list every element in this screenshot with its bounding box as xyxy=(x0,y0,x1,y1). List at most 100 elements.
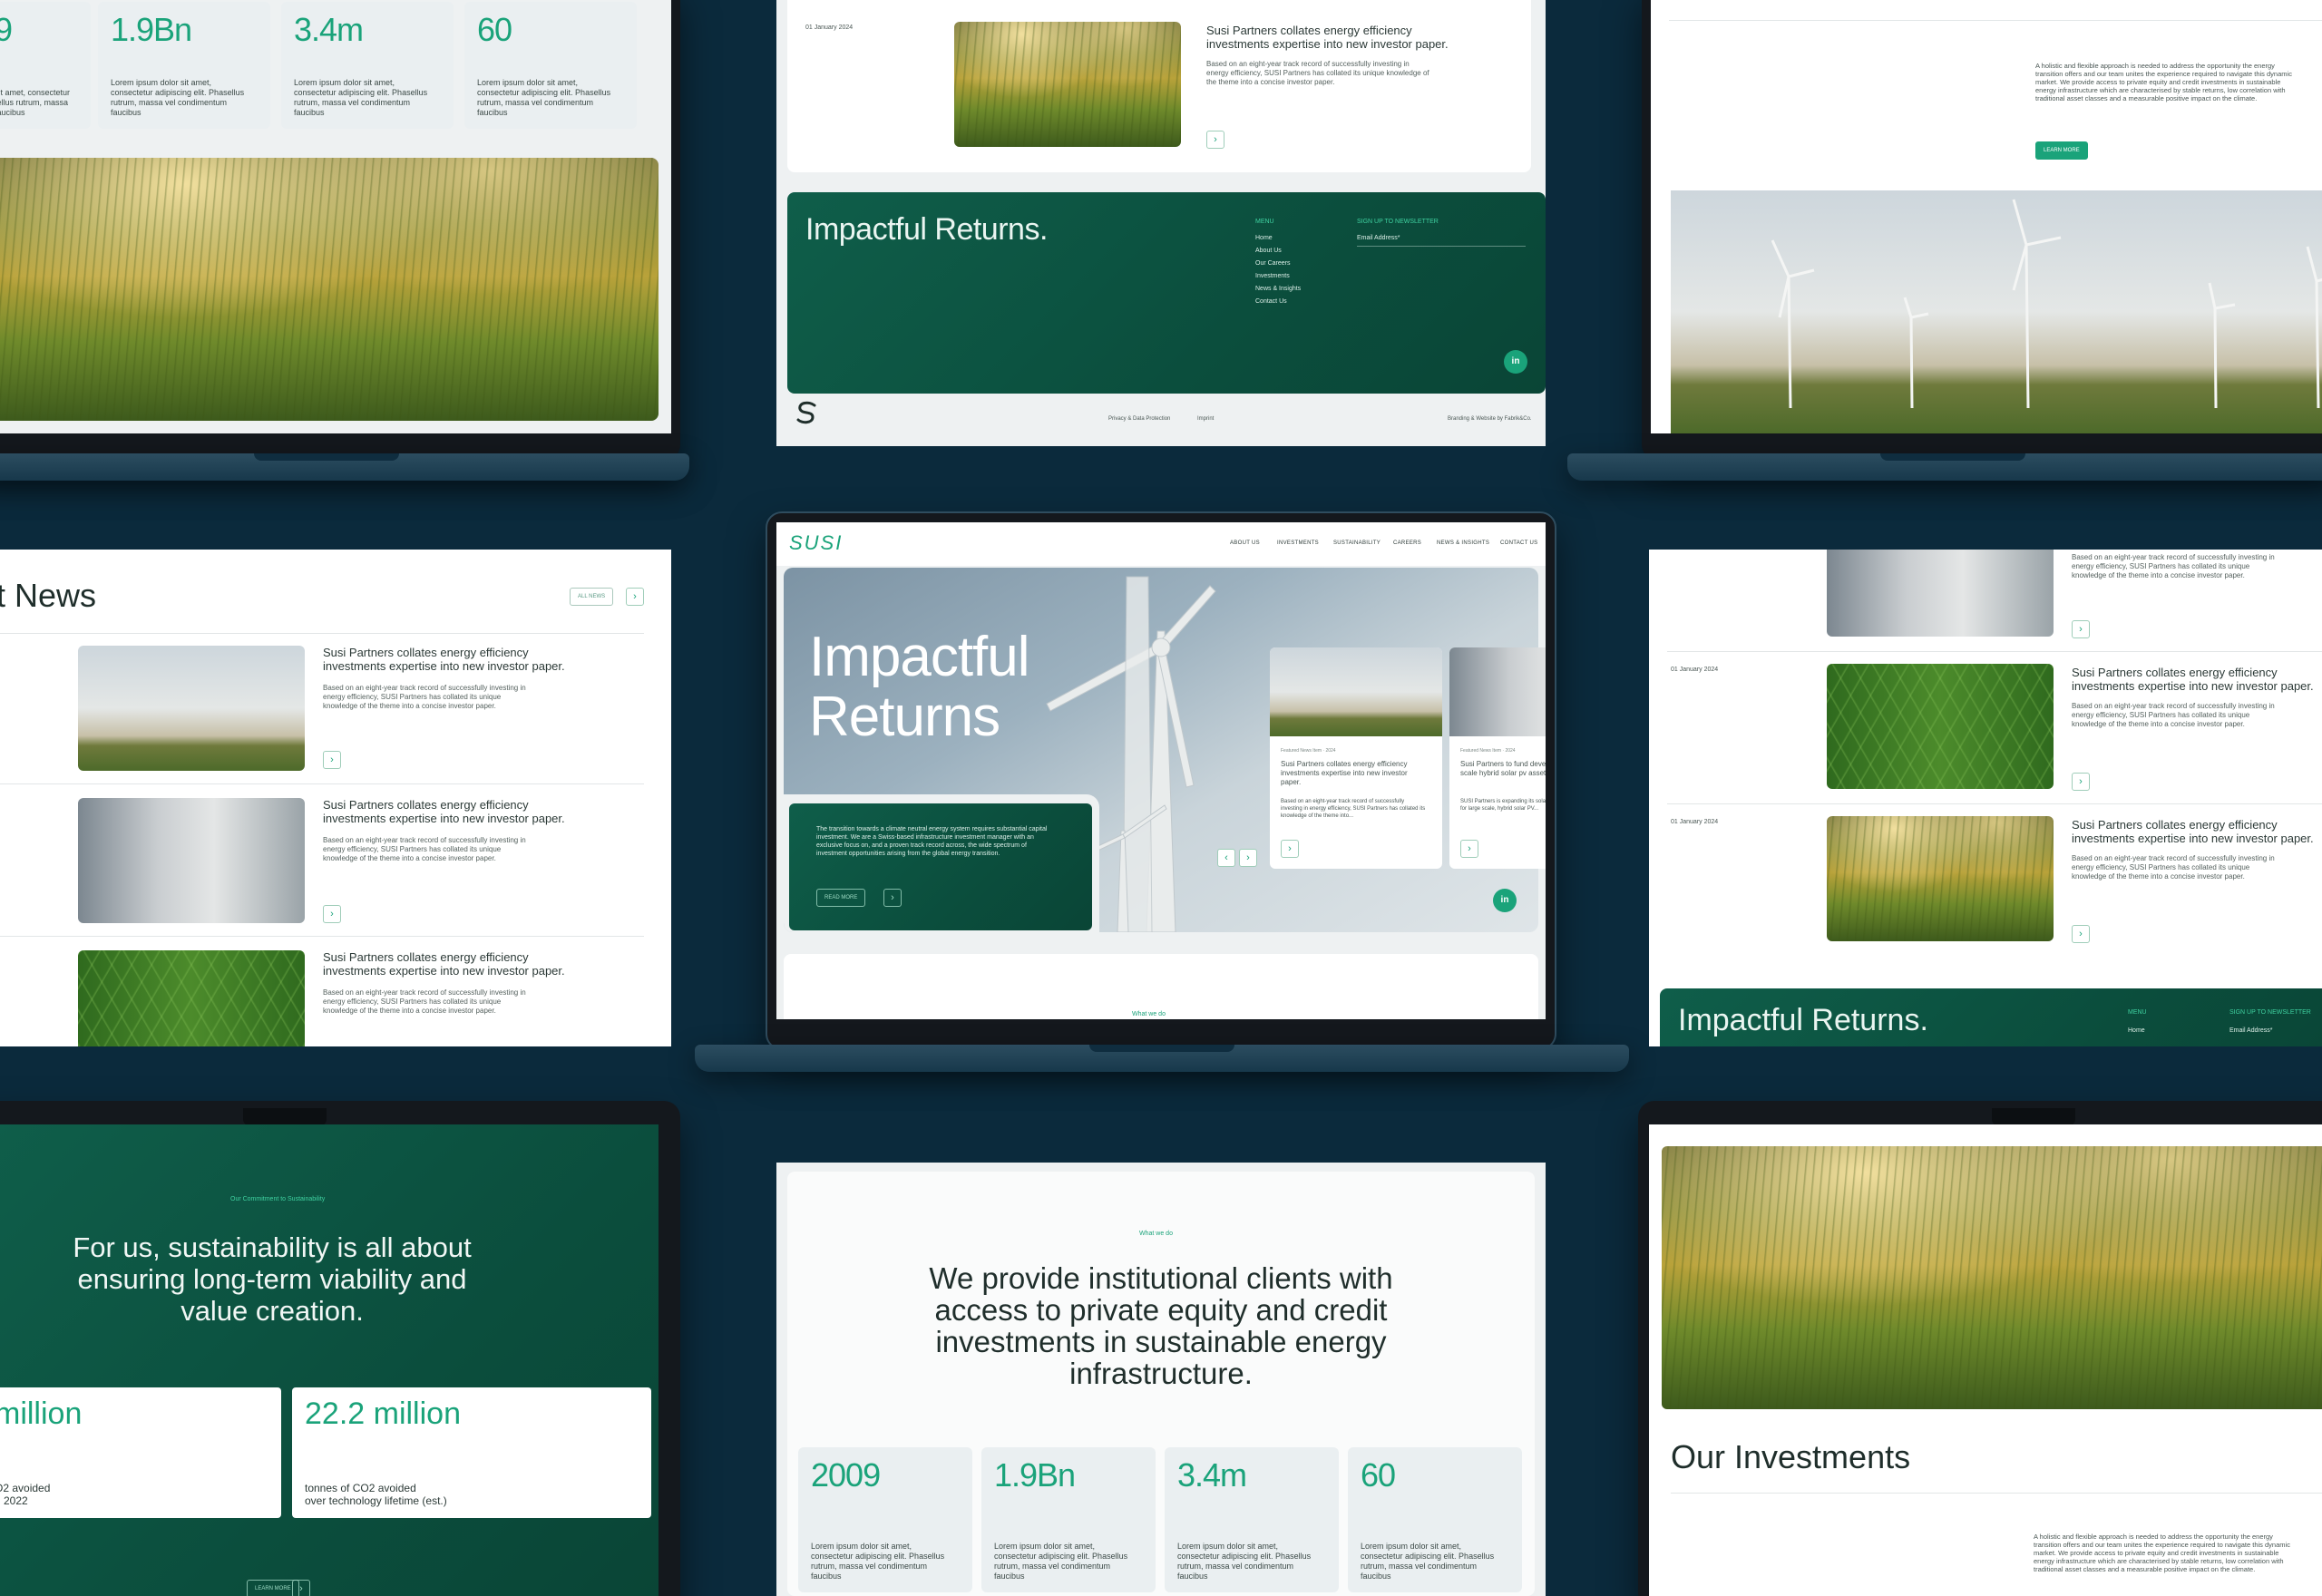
hero-title-line2: Returns xyxy=(809,686,1000,748)
read-more-arrow-icon[interactable]: › xyxy=(1206,131,1224,149)
sustainability-label: Our Commitment to Sustainability xyxy=(230,1196,326,1202)
stat-text: Lorem ipsum dolor sit amet, consectetur … xyxy=(477,78,611,117)
nav-contact-us[interactable]: CONTACT US xyxy=(1500,540,1537,546)
news-title[interactable]: Susi Partners collates energy efficiency… xyxy=(2072,666,2322,693)
news-title[interactable]: Susi Partners collates energy efficiency… xyxy=(323,646,577,673)
newsletter-heading: SIGN UP TO NEWSLETTER xyxy=(1357,219,1439,225)
all-news-arrow-icon[interactable]: › xyxy=(626,588,644,606)
news-thumb-grass xyxy=(954,22,1181,147)
stat-card: 60 Lorem ipsum dolor sit amet, consectet… xyxy=(1348,1447,1522,1592)
nav-about-us[interactable]: ABOUT US xyxy=(1230,540,1260,546)
nav-news-insights[interactable]: NEWS & INSIGHTS xyxy=(1437,540,1489,546)
read-more-arrow-icon[interactable]: › xyxy=(2072,773,2090,791)
read-more-button[interactable]: READ MORE xyxy=(816,889,866,907)
grass-photo xyxy=(0,158,659,421)
stat-text-line2: over technology lifetime (est.) xyxy=(305,1494,447,1507)
footer-menu-item[interactable]: Investments xyxy=(1255,272,1382,280)
stat-text: Lorem ipsum dolor sit amet, consectetur … xyxy=(294,78,428,117)
linkedin-icon[interactable]: in xyxy=(1504,350,1527,374)
read-more-arrow-icon[interactable]: › xyxy=(2072,620,2090,638)
hero-title: Impactful Returns xyxy=(809,626,1030,748)
stat-text-line1: tonnes of CO2 avoided xyxy=(305,1482,416,1494)
what-we-do-card: What we do xyxy=(784,954,1538,1019)
news-title[interactable]: Susi Partners collates energy efficiency… xyxy=(2072,818,2322,845)
read-more-arrow-icon[interactable]: › xyxy=(323,751,341,769)
laptop-top-center-screen: 01 January 2024 Susi Partners collates e… xyxy=(776,0,1546,446)
news-thumb-leaf xyxy=(78,950,305,1046)
news-title[interactable]: Susi Partners collates energy efficiency… xyxy=(323,950,577,978)
stat-card: 9 sit amet, consectetur tellus rutrum, m… xyxy=(0,2,91,129)
stat-card: 1.9Bn Lorem ipsum dolor sit amet, consec… xyxy=(981,1447,1156,1592)
laptop-center-screen: SUSI ABOUT US INVESTMENTS SUSTAINABILITY… xyxy=(776,522,1546,1019)
footer-menu-item[interactable]: Home xyxy=(2128,1027,2145,1035)
stat-card: 60 Lorem ipsum dolor sit amet, consectet… xyxy=(464,2,637,129)
footer-logo-s-icon[interactable] xyxy=(793,399,820,426)
stat-card: 3.4m Lorem ipsum dolor sit amet, consect… xyxy=(281,2,454,129)
carousel-prev-arrow-icon[interactable]: ‹ xyxy=(1217,849,1235,867)
stat-text-line1: O2 avoided xyxy=(0,1482,51,1494)
nav-sustainability[interactable]: SUSTAINABILITY xyxy=(1333,540,1381,546)
imprint-link[interactable]: Imprint xyxy=(1197,415,1214,423)
laptop-bottom-center-screen: What we do We provide institutional clie… xyxy=(776,1163,1546,1596)
news-thumb-turbines xyxy=(78,646,305,771)
what-we-do-label: What we do xyxy=(1132,1011,1166,1017)
credit-link[interactable]: Branding & Website by Fabrik&Co. xyxy=(1448,415,1532,423)
susi-logo[interactable]: SUSI xyxy=(789,531,843,555)
footer-menu-heading: MENU xyxy=(1255,219,1274,225)
hero-news-card[interactable]: Featured News Item · 2024 Susi Partners … xyxy=(1270,647,1442,869)
grass-photo xyxy=(1662,1146,2322,1409)
read-more-arrow-icon[interactable]: › xyxy=(2072,925,2090,943)
privacy-link[interactable]: Privacy & Data Protection xyxy=(1108,415,1170,423)
hero-intro-box: The transition towards a climate neutral… xyxy=(789,803,1092,930)
wind-turbines-photo xyxy=(1671,190,2322,433)
stat-value: 1.9Bn xyxy=(994,1456,1076,1494)
what-we-do-label: What we do xyxy=(1139,1231,1173,1237)
card-body: SUSI Partners is expanding its solar ene… xyxy=(1460,799,1546,812)
card-title[interactable]: Susi Partners to fund development of lar… xyxy=(1460,760,1546,778)
laptop-bottom-right-screen: Our Investments A holistic and flexible … xyxy=(1649,1124,2322,1596)
stat-text: sit amet, consectetur tellus rutrum, mas… xyxy=(0,88,71,117)
learn-more-arrow-icon[interactable]: › xyxy=(292,1580,310,1596)
footer-menu-item[interactable]: Contact Us xyxy=(1255,297,1382,306)
stat-text: O2 avoided d 2022 xyxy=(0,1482,50,1507)
news-title[interactable]: Susi Partners collates energy efficiency… xyxy=(1206,24,1469,51)
nav-investments[interactable]: INVESTMENTS xyxy=(1277,540,1319,546)
hero-news-card[interactable]: Featured News Item · 2024 Susi Partners … xyxy=(1449,647,1546,869)
stat-card: 3.4m Lorem ipsum dolor sit amet, consect… xyxy=(1165,1447,1339,1592)
news-body: Based on an eight-year track record of s… xyxy=(323,836,526,862)
stat-text: tonnes of CO2 avoided over technology li… xyxy=(305,1482,447,1507)
investments-heading: Our Investments xyxy=(1671,1438,1911,1475)
divider xyxy=(0,936,644,937)
card-title[interactable]: Susi Partners collates energy efficiency… xyxy=(1281,760,1426,787)
carousel-next-arrow-icon[interactable]: › xyxy=(1239,849,1257,867)
stat-text: Lorem ipsum dolor sit amet, consectetur … xyxy=(111,78,245,117)
stat-text: Lorem ipsum dolor sit amet, consectetur … xyxy=(811,1542,945,1581)
read-more-arrow-icon[interactable]: › xyxy=(883,889,902,907)
news-body: Based on an eight-year track record of s… xyxy=(2072,702,2275,728)
stat-text: Lorem ipsum dolor sit amet, consectetur … xyxy=(994,1542,1128,1581)
footer-menu-item[interactable]: Our Careers xyxy=(1255,259,1382,268)
footer-menu-item[interactable]: About Us xyxy=(1255,247,1382,255)
all-news-button[interactable]: ALL NEWS xyxy=(570,588,614,606)
stat-value: 60 xyxy=(1361,1456,1396,1494)
laptop-top-right-base xyxy=(1567,453,2322,481)
sustainability-heading: For us, sustainability is all about ensu… xyxy=(73,1231,472,1327)
read-more-arrow-icon[interactable]: › xyxy=(323,905,341,923)
footer-tagline: Impactful Returns. xyxy=(805,212,1048,247)
hero-title-line1: Impactful xyxy=(809,626,1030,688)
news-thumb-grass xyxy=(1827,816,2054,941)
footer-menu-item[interactable]: News & Insights xyxy=(1255,285,1382,293)
card-body: Based on an eight-year track record of s… xyxy=(1281,799,1426,819)
read-more-arrow-icon[interactable]: › xyxy=(1460,840,1478,858)
newsletter-email-field[interactable]: Email Address* xyxy=(1357,234,1526,247)
news-title[interactable]: Susi Partners collates energy efficiency… xyxy=(323,798,577,825)
footer-tagline: Impactful Returns. xyxy=(1678,1003,1928,1037)
camera-notch xyxy=(243,1108,327,1126)
learn-more-button[interactable]: LEARN MORE xyxy=(2035,141,2088,160)
linkedin-icon[interactable]: in xyxy=(1493,889,1517,912)
newsletter-email-field[interactable]: Email Address* xyxy=(2229,1027,2272,1035)
nav-careers[interactable]: CAREERS xyxy=(1393,540,1421,546)
stat-value: 3.4m xyxy=(294,11,364,48)
read-more-arrow-icon[interactable]: › xyxy=(1281,840,1299,858)
newsletter-heading: SIGN UP TO NEWSLETTER xyxy=(2229,1009,2311,1016)
